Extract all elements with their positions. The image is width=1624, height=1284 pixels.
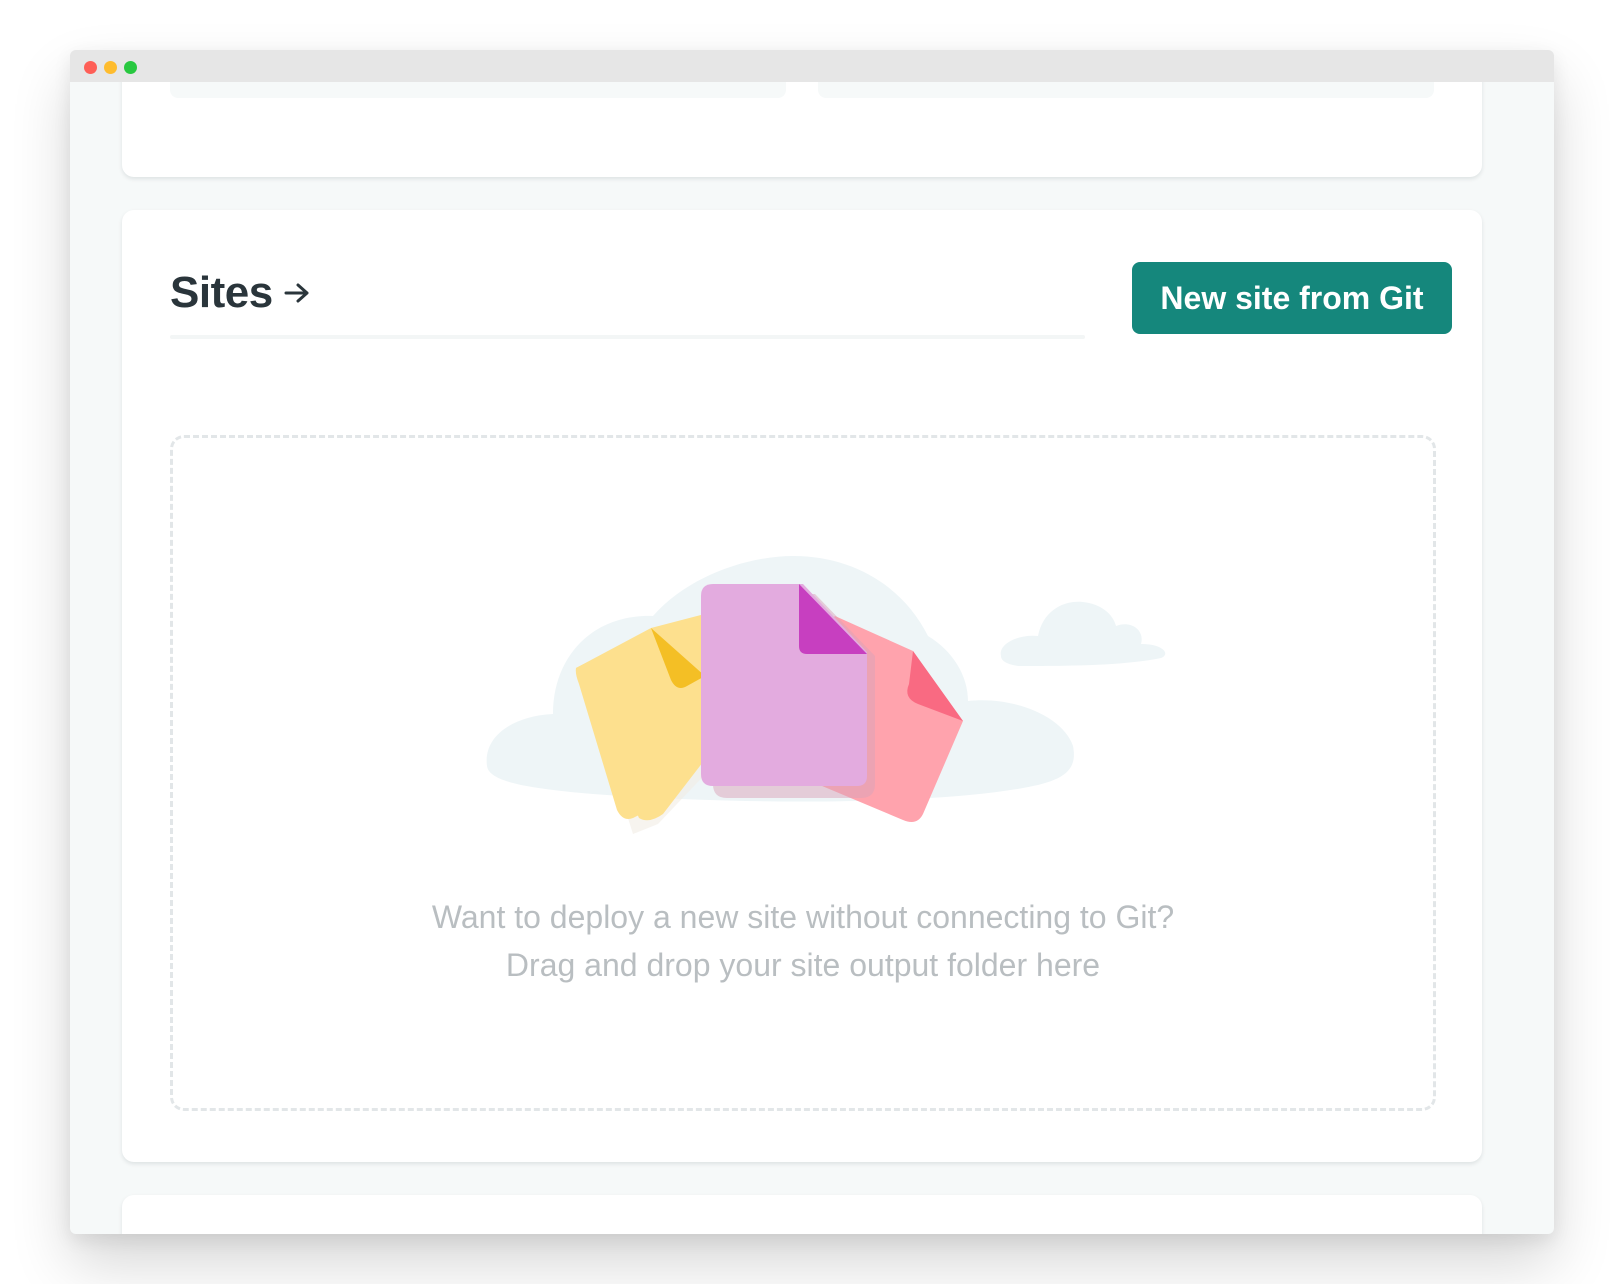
usage-stat: 1 (818, 82, 1434, 98)
next-card (122, 1195, 1482, 1234)
usage-stat-value: 0/1 (186, 82, 233, 86)
page-viewport[interactable]: 0/1 1 Sites New site from Git (70, 82, 1554, 1234)
arrow-right-icon (284, 283, 309, 303)
sites-title-label: Sites (170, 268, 273, 317)
usage-stat: 0/1 (170, 82, 786, 98)
sites-card: Sites New site from Git Want to deploy a… (122, 210, 1482, 1162)
zoom-window-button[interactable] (124, 61, 137, 74)
browser-window: 0/1 1 Sites New site from Git (70, 50, 1554, 1234)
stat-value-number: 1 (834, 82, 856, 84)
files-over-cloud-icon (486, 556, 1166, 834)
window-titlebar (70, 50, 1554, 82)
close-window-button[interactable] (84, 61, 97, 74)
dropzone-line-1: Want to deploy a new site without connec… (431, 899, 1175, 935)
new-site-from-git-button[interactable]: New site from Git (1132, 262, 1452, 334)
site-dropzone[interactable]: Want to deploy a new site without connec… (170, 435, 1436, 1111)
usage-card: 0/1 1 (122, 82, 1482, 177)
minimize-window-button[interactable] (104, 61, 117, 74)
sites-title-link[interactable]: Sites (170, 268, 311, 318)
title-divider (170, 335, 1085, 339)
dropzone-line-2: Drag and drop your site output folder he… (505, 947, 1101, 983)
stat-value-number: 0 (186, 82, 208, 84)
dropzone-instructions: Want to deploy a new site without connec… (173, 893, 1433, 989)
